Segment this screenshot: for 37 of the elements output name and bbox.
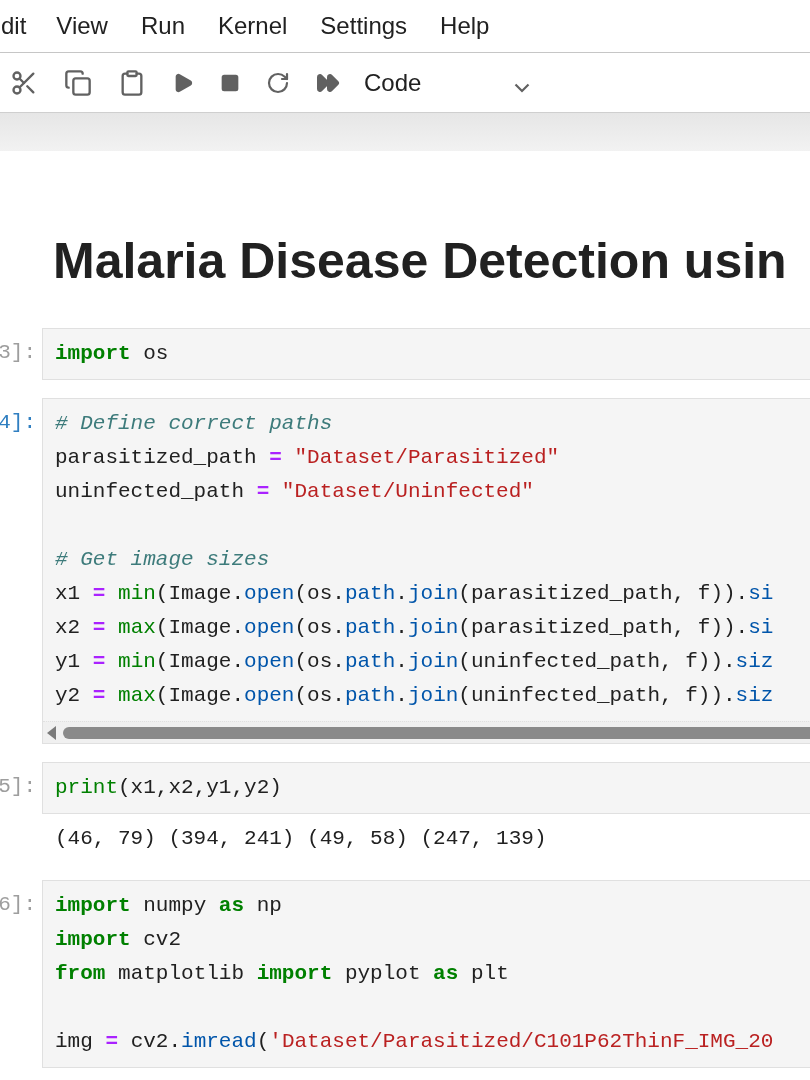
menu-item[interactable]: Help (440, 8, 490, 44)
cell-prompt: 6]: (0, 892, 36, 918)
code-line: from matplotlib import pyplot as plt (55, 961, 509, 987)
left-arrow-icon[interactable] (47, 725, 57, 740)
code-line: # Define correct paths (55, 411, 333, 437)
restart-icon[interactable] (266, 70, 290, 95)
scrollbar-thumb[interactable] (63, 726, 810, 739)
cell-type-dropdown[interactable]: Code (364, 64, 530, 101)
code-line: import cv2 (55, 927, 182, 953)
cell-prompt: 3]: (0, 340, 36, 366)
code-line: x1 = min(Image.open(os.path.join(parasitized_path, f)).si (55, 581, 774, 607)
code-line: y2 = max(Image.open(os.path.join(uninfected_path, f)).siz (55, 683, 774, 709)
notebook-title: Malaria Disease Detection usin (53, 233, 787, 289)
code-cell[interactable]: print(x1,x2,y1,y2) (42, 762, 810, 814)
copy-icon[interactable] (64, 68, 92, 97)
menu-item[interactable]: View (56, 8, 108, 44)
code-line: img = cv2.imread('Dataset/Parasitized/C101P62ThinF_IMG_20 (55, 1029, 774, 1055)
menu-item[interactable]: Run (140, 8, 185, 44)
code-line: import os (55, 341, 169, 367)
code-line: print(x1,x2,y1,y2) (55, 775, 282, 801)
cell-prompt: 4]: (0, 410, 36, 436)
menu-item[interactable]: Kernel (218, 8, 288, 44)
code-cell[interactable]: import os (42, 328, 810, 380)
cell-output: (46, 79) (394, 241) (49, 58) (247, 139) (55, 826, 547, 852)
menu-item[interactable]: dit (1, 8, 27, 44)
stop-icon[interactable] (220, 72, 240, 93)
code-line: import numpy as np (55, 893, 282, 919)
code-line: parasitized_path = "Dataset/Parasitized" (55, 445, 560, 471)
cell-prompt: 5]: (0, 774, 36, 800)
code-cell[interactable] (42, 398, 810, 744)
code-line: y1 = min(Image.open(os.path.join(uninfected_path, f)).siz (55, 649, 774, 675)
code-line: x2 = max(Image.open(os.path.join(parasitized_path, f)).si (55, 615, 774, 641)
code-line: # Get image sizes (55, 547, 270, 573)
menu-item[interactable]: Settings (320, 8, 408, 44)
code-cell[interactable]: import numpy as np import cv2 from matplotlib import pyplot as plt img = cv2.imread('Dataset/Parasitized/C101P62ThinF_IMG_20 (42, 880, 810, 1068)
code-line: uninfected_path = "Dataset/Uninfected" (55, 479, 534, 505)
chevron-down-icon (514, 82, 530, 93)
